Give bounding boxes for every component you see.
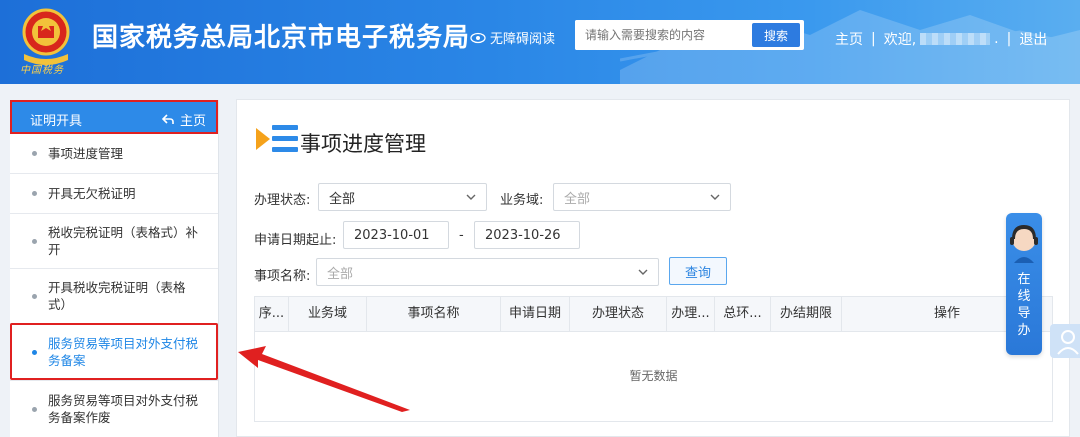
sidebar-home-label: 主页 xyxy=(179,114,206,129)
column-header[interactable]: 办理状态 xyxy=(570,297,667,331)
table-header: 序... 业务域 事项名称 申请日期 办理状态 办理... 总环... 办结期限… xyxy=(255,297,1052,332)
sidebar-item-label: 服务贸易等项目对外支付税务备案 xyxy=(48,336,199,368)
guide-char: 线 xyxy=(1017,289,1031,304)
user-icon xyxy=(1057,330,1079,355)
site-header: 中国税务 国家税务总局北京市电子税务局 无障碍阅读 搜索 主页 | 欢迎, . … xyxy=(0,0,1080,84)
guide-char: 在 xyxy=(1017,272,1031,287)
results-table: 序... 业务域 事项名称 申请日期 办理状态 办理... 总环... 办结期限… xyxy=(254,296,1053,422)
status-select[interactable]: 全部 xyxy=(318,183,487,211)
search-button[interactable]: 搜索 xyxy=(752,23,800,47)
chevron-down-icon xyxy=(638,269,648,275)
list-icon xyxy=(256,125,298,152)
date-from-value: 2023-10-01 xyxy=(354,227,430,243)
sidebar-item-label: 事项进度管理 xyxy=(48,146,124,161)
search-box: 搜索 xyxy=(575,20,804,50)
search-input[interactable] xyxy=(575,20,745,50)
return-arrow-icon xyxy=(161,114,174,124)
home-link[interactable]: 主页 xyxy=(835,29,863,49)
item-name-select[interactable]: 全部 xyxy=(316,258,659,286)
chevron-down-icon xyxy=(466,194,476,200)
page-title: 事项进度管理 xyxy=(300,132,426,156)
bullet-icon xyxy=(32,349,37,355)
eye-icon xyxy=(470,32,486,43)
customer-service-icon xyxy=(1010,225,1038,263)
sidebar-item-service-trade-filing[interactable]: 服务贸易等项目对外支付税务备案 xyxy=(10,324,218,381)
item-name-label: 事项名称: xyxy=(254,269,311,284)
sidebar-item-tax-cert-issue[interactable]: 开具税收完税证明（表格式） xyxy=(10,269,218,324)
date-to-value: 2023-10-26 xyxy=(485,227,561,243)
query-button[interactable]: 查询 xyxy=(669,257,727,285)
sidebar-item-label: 税收完税证明（表格式）补开 xyxy=(48,225,199,257)
side-widget[interactable] xyxy=(1050,324,1080,358)
logout-link[interactable]: 退出 xyxy=(1019,29,1047,49)
sidebar-item-no-tax-arrears[interactable]: 开具无欠税证明 xyxy=(10,174,218,214)
sidebar-header: 证明开具 主页 xyxy=(10,100,218,134)
sidebar-item-label: 开具税收完税证明（表格式） xyxy=(48,280,186,312)
bullet-icon xyxy=(32,191,37,196)
emblem-script: 中国税务 xyxy=(20,65,64,76)
domain-select[interactable]: 全部 xyxy=(553,183,731,211)
column-header[interactable]: 申请日期 xyxy=(501,297,570,331)
sidebar-item-label: 服务贸易等项目对外支付税务备案作废 xyxy=(48,393,199,425)
chevron-down-icon xyxy=(710,194,720,200)
bullet-icon xyxy=(32,293,37,299)
sidebar-item-tax-cert-reissue[interactable]: 税收完税证明（表格式）补开 xyxy=(10,214,218,269)
top-nav: 主页 | 欢迎, . | 退出 xyxy=(835,29,1047,49)
sidebar-item-progress[interactable]: 事项进度管理 xyxy=(10,134,218,174)
site-title: 国家税务总局北京市电子税务局 xyxy=(92,23,471,53)
nav-separator: | xyxy=(871,31,876,47)
masked-username xyxy=(920,33,991,45)
column-header[interactable]: 办结期限 xyxy=(771,297,842,331)
guide-char: 办 xyxy=(1017,323,1031,338)
column-header[interactable]: 总环... xyxy=(715,297,771,331)
date-from-input[interactable]: 2023-10-01 xyxy=(343,221,449,249)
welcome-tail: . xyxy=(994,31,999,47)
item-name-placeholder: 全部 xyxy=(327,266,354,282)
accessibility-label: 无障碍阅读 xyxy=(490,32,556,47)
guide-char: 导 xyxy=(1017,306,1031,321)
bullet-icon xyxy=(32,151,37,156)
guide-label: 在 线 导 办 xyxy=(1006,271,1042,339)
bullet-icon xyxy=(32,406,37,412)
sidebar-item-service-trade-void[interactable]: 服务贸易等项目对外支付税务备案作废 xyxy=(10,381,218,437)
date-separator: - xyxy=(459,228,464,243)
column-header[interactable]: 事项名称 xyxy=(367,297,501,331)
status-label: 办理状态: xyxy=(254,193,311,208)
empty-state-text: 暂无数据 xyxy=(629,369,678,383)
status-value: 全部 xyxy=(329,191,356,207)
bullet-icon xyxy=(32,238,37,244)
date-to-input[interactable]: 2023-10-26 xyxy=(474,221,580,249)
column-header[interactable]: 业务域 xyxy=(289,297,367,331)
sidebar-home-link[interactable]: 主页 xyxy=(161,110,206,129)
online-guide-button[interactable]: 在 线 导 办 xyxy=(1006,213,1042,355)
sidebar-item-label: 开具无欠税证明 xyxy=(48,186,136,201)
column-header[interactable]: 办理... xyxy=(667,297,715,331)
domain-label: 业务域: xyxy=(500,193,544,208)
nav-separator: | xyxy=(1006,31,1012,47)
welcome-text: 欢迎, xyxy=(883,32,917,48)
accessibility-link[interactable]: 无障碍阅读 xyxy=(470,28,555,47)
domain-placeholder: 全部 xyxy=(564,191,591,207)
sidebar-title: 证明开具 xyxy=(30,114,83,129)
column-header[interactable]: 序... xyxy=(255,297,289,331)
date-range-label: 申请日期起止: xyxy=(254,233,337,248)
sidebar: 证明开具 主页 事项进度管理 开具无欠税证明 税收完税证明（表格式）补开 开具税… xyxy=(10,100,219,437)
